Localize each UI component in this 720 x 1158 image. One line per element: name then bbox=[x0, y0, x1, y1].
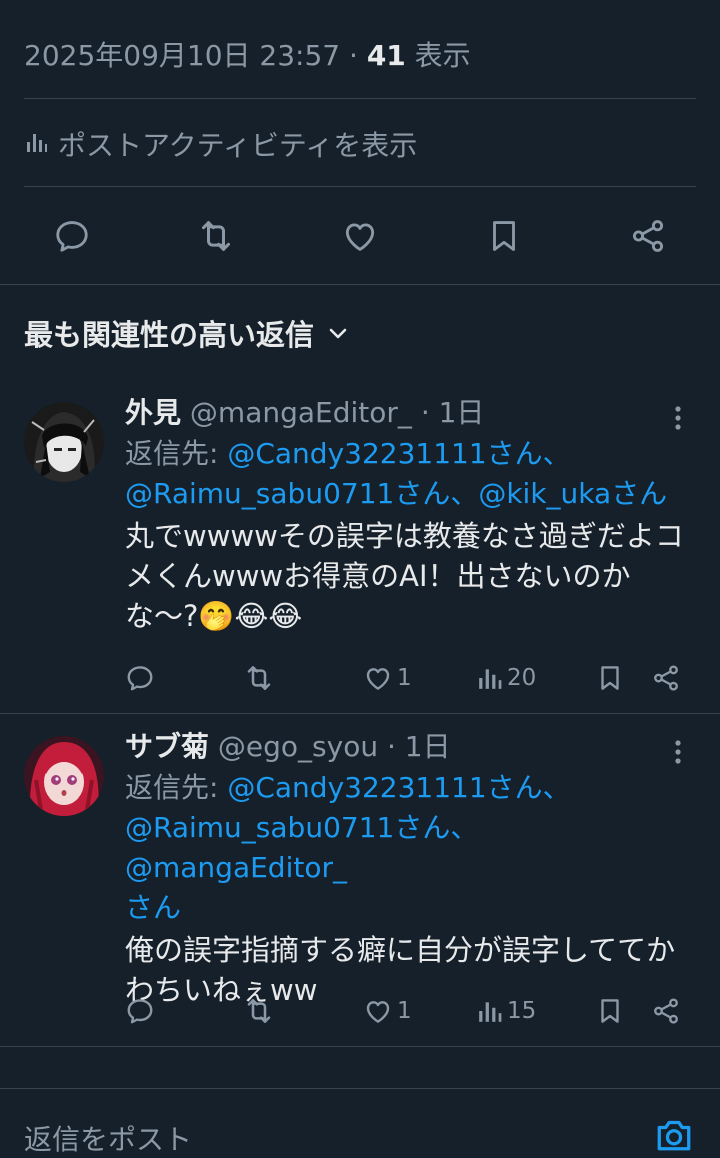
post-action-bar bbox=[0, 208, 720, 264]
reply-item[interactable]: サブ菊 @ego_syou · 1日 返信先: @Candy32231111さん… bbox=[0, 730, 720, 1046]
reply-header: サブ菊 @ego_syou · 1日 bbox=[125, 730, 692, 764]
more-icon bbox=[675, 740, 681, 764]
views-button[interactable]: 15 bbox=[477, 991, 536, 1031]
reply-to-label: 返信先: bbox=[125, 771, 228, 804]
share-button[interactable] bbox=[651, 991, 681, 1031]
share-button[interactable] bbox=[651, 658, 681, 698]
chevron-down-icon bbox=[329, 328, 347, 339]
bookmark-button[interactable] bbox=[595, 658, 625, 698]
reply-time[interactable]: · 1日 bbox=[421, 396, 485, 429]
post-view-count: 41 bbox=[366, 39, 406, 72]
author-name[interactable]: サブ菊 bbox=[125, 730, 209, 763]
retweet-icon bbox=[247, 666, 271, 690]
more-options-button[interactable] bbox=[660, 400, 696, 436]
like-icon bbox=[366, 668, 390, 690]
mention-link[interactable]: さん bbox=[125, 891, 181, 924]
mention-link[interactable]: @Raimu_sabu0711さん、 bbox=[125, 811, 478, 844]
mention-link[interactable]: @Raimu_sabu0711さん、 bbox=[125, 477, 478, 510]
bookmark-icon bbox=[493, 221, 515, 251]
reply-action-bar: 1 20 bbox=[125, 658, 696, 698]
reply-icon bbox=[127, 666, 153, 691]
reply-button[interactable] bbox=[125, 991, 155, 1031]
reply-content: サブ菊 @ego_syou · 1日 返信先: @Candy32231111さん… bbox=[125, 730, 692, 1010]
post-view-label: 表示 bbox=[405, 39, 471, 72]
views-icon bbox=[479, 1002, 502, 1022]
like-count: 1 bbox=[397, 665, 412, 691]
activity-chart-icon bbox=[24, 128, 48, 161]
reply-icon bbox=[56, 221, 88, 252]
divider bbox=[0, 1088, 720, 1089]
reply-sort-label: 最も関連性の高い返信 bbox=[24, 318, 315, 352]
camera-icon bbox=[657, 1120, 691, 1151]
activity-label: ポストアクティビティを表示 bbox=[58, 129, 418, 162]
mention-link[interactable]: @Candy32231111さん、 bbox=[227, 771, 570, 804]
bookmark-icon bbox=[601, 666, 619, 690]
share-icon bbox=[654, 665, 678, 691]
reply-button[interactable] bbox=[52, 216, 92, 256]
divider bbox=[24, 98, 696, 99]
views-icon bbox=[479, 669, 502, 689]
mention-link[interactable]: @kik_ukaさん bbox=[478, 477, 667, 510]
like-button[interactable] bbox=[340, 216, 380, 256]
retweet-icon bbox=[202, 221, 230, 251]
divider bbox=[24, 186, 696, 187]
retweet-icon bbox=[247, 999, 271, 1023]
author-handle[interactable]: @mangaEditor_ bbox=[190, 396, 412, 429]
share-icon bbox=[654, 998, 678, 1024]
avatar[interactable] bbox=[24, 736, 104, 816]
mention-link[interactable]: @Candy32231111さん、 bbox=[227, 437, 570, 470]
bookmark-button[interactable] bbox=[595, 991, 625, 1031]
reply-input[interactable]: 返信をポスト bbox=[24, 1118, 192, 1158]
mention-link[interactable]: @mangaEditor_ bbox=[125, 851, 347, 884]
author-handle[interactable]: @ego_syou bbox=[218, 730, 378, 763]
like-icon bbox=[345, 223, 375, 251]
avatar[interactable] bbox=[24, 402, 104, 482]
author-name[interactable]: 外見 bbox=[125, 396, 181, 429]
like-button[interactable]: 1 bbox=[363, 991, 412, 1031]
like-icon bbox=[366, 1001, 390, 1023]
reply-sort-selector[interactable]: 最も関連性の高い返信 bbox=[24, 312, 350, 354]
reply-composer: 返信をポスト bbox=[0, 1088, 720, 1156]
like-button[interactable]: 1 bbox=[363, 658, 412, 698]
more-options-button[interactable] bbox=[660, 734, 696, 770]
divider bbox=[0, 713, 720, 714]
reply-text: 丸でwwwwその誤字は教養なさ過ぎだよコメくんwwwお得意のAI！出さないのかな… bbox=[125, 519, 684, 633]
retweet-button[interactable] bbox=[196, 216, 236, 256]
like-count: 1 bbox=[397, 998, 412, 1024]
view-count: 20 bbox=[507, 665, 537, 691]
reply-to-line: 返信先: @Candy32231111さん、 @Raimu_sabu0711さん… bbox=[125, 768, 692, 928]
retweet-button[interactable] bbox=[243, 991, 275, 1031]
reply-to-line: 返信先: @Candy32231111さん、 @Raimu_sabu0711さん… bbox=[125, 434, 692, 514]
post-meta: 2025年09月10日 23:57 · 41 表示 bbox=[24, 34, 471, 74]
divider bbox=[0, 284, 720, 285]
view-count: 15 bbox=[507, 998, 537, 1024]
share-button[interactable] bbox=[628, 216, 668, 256]
more-icon bbox=[675, 406, 681, 430]
reply-content: 外見 @mangaEditor_ · 1日 返信先: @Candy3223111… bbox=[125, 396, 692, 636]
camera-button[interactable] bbox=[654, 1116, 694, 1156]
reply-to-label: 返信先: bbox=[125, 437, 228, 470]
bookmark-button[interactable] bbox=[484, 216, 524, 256]
reply-time[interactable]: · 1日 bbox=[387, 730, 451, 763]
reply-header: 外見 @mangaEditor_ · 1日 bbox=[125, 396, 692, 430]
post-activity-link[interactable]: ポストアクティビティを表示 bbox=[24, 124, 417, 164]
reply-icon bbox=[127, 999, 153, 1024]
reply-button[interactable] bbox=[125, 658, 155, 698]
post-datetime: 2025年09月10日 23:57 · bbox=[24, 39, 367, 72]
divider bbox=[0, 1046, 720, 1047]
views-button[interactable]: 20 bbox=[477, 658, 536, 698]
share-icon bbox=[632, 220, 664, 252]
bookmark-icon bbox=[601, 999, 619, 1023]
reply-item[interactable]: 外見 @mangaEditor_ · 1日 返信先: @Candy3223111… bbox=[0, 396, 720, 714]
reply-action-bar: 1 15 bbox=[125, 991, 696, 1031]
retweet-button[interactable] bbox=[243, 658, 275, 698]
